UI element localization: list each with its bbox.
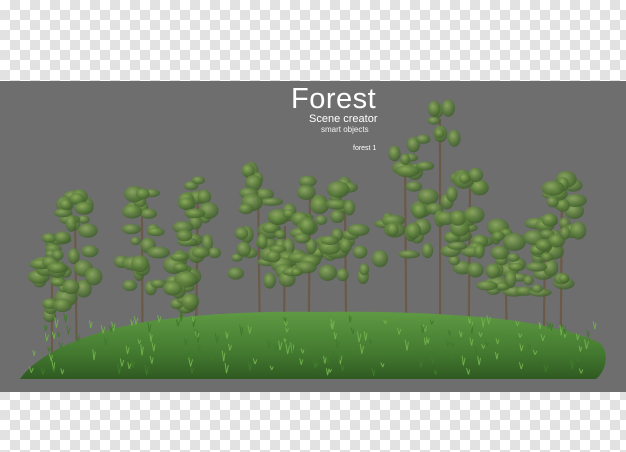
grass-tuft <box>63 313 68 323</box>
tagline: smart objects <box>321 125 369 134</box>
grass-tuft <box>54 317 59 328</box>
tree-canopy <box>113 185 171 296</box>
grass-tuft <box>592 321 597 330</box>
page-title: Forest <box>291 83 377 115</box>
grass-tuft <box>32 350 36 356</box>
grass-ground <box>20 311 606 379</box>
grass-tuft <box>47 346 52 352</box>
scene-backdrop <box>0 81 626 392</box>
forest-illustration <box>20 99 606 379</box>
grass-tuft <box>43 324 48 332</box>
tree-canopy <box>27 232 78 323</box>
tree-canopies <box>27 99 587 323</box>
scene-label: forest 1 <box>353 145 377 152</box>
grass-tuft <box>56 331 61 338</box>
grass-tuft <box>66 325 71 335</box>
grass-tuft <box>586 329 590 338</box>
tree-canopy <box>318 176 370 285</box>
tree-canopy <box>476 218 529 297</box>
subtitle: Scene creator <box>309 113 378 125</box>
grass-tuft <box>88 320 93 328</box>
